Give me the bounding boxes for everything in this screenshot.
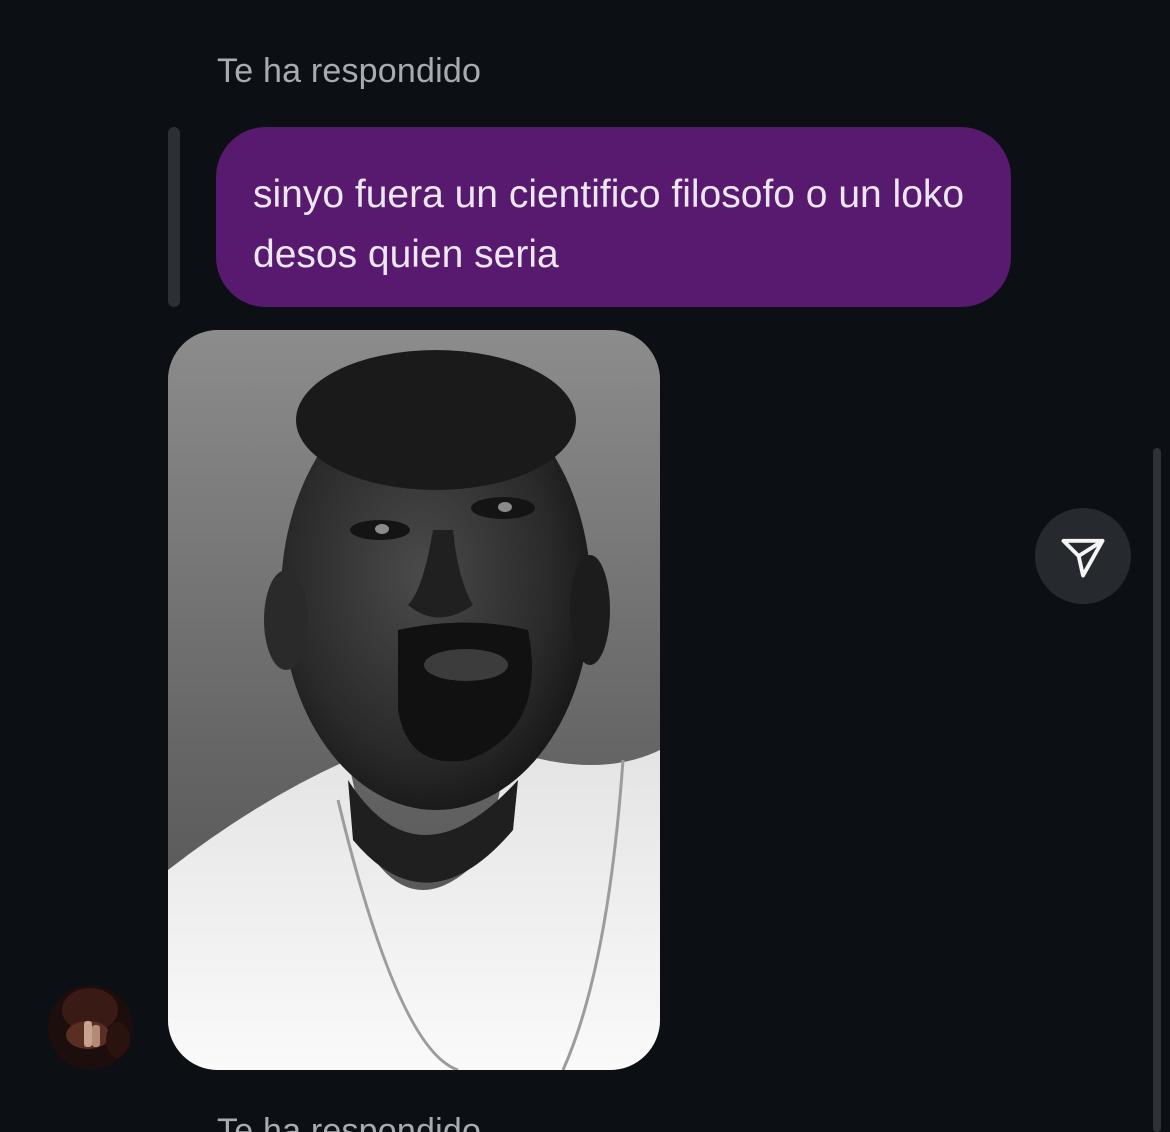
next-reply-label: Te ha respondido: [217, 1112, 482, 1132]
quoted-message-bubble[interactable]: sinyo fuera un cientifico filosofo o un …: [216, 127, 1011, 307]
avatar-image: [48, 985, 133, 1070]
scrollbar[interactable]: [1153, 448, 1161, 1132]
quoted-message-text: sinyo fuera un cientifico filosofo o un …: [253, 173, 965, 276]
sender-avatar[interactable]: [48, 985, 133, 1070]
dm-thread: Te ha respondido sinyo fuera un cientifi…: [0, 0, 1170, 1132]
photo-message[interactable]: [168, 330, 660, 1070]
paper-plane-icon: [1061, 538, 1105, 578]
portrait-photo: [168, 330, 660, 1070]
share-button[interactable]: [1035, 508, 1131, 604]
reply-quote-bar: [168, 127, 180, 307]
reply-label: Te ha respondido: [217, 52, 482, 90]
